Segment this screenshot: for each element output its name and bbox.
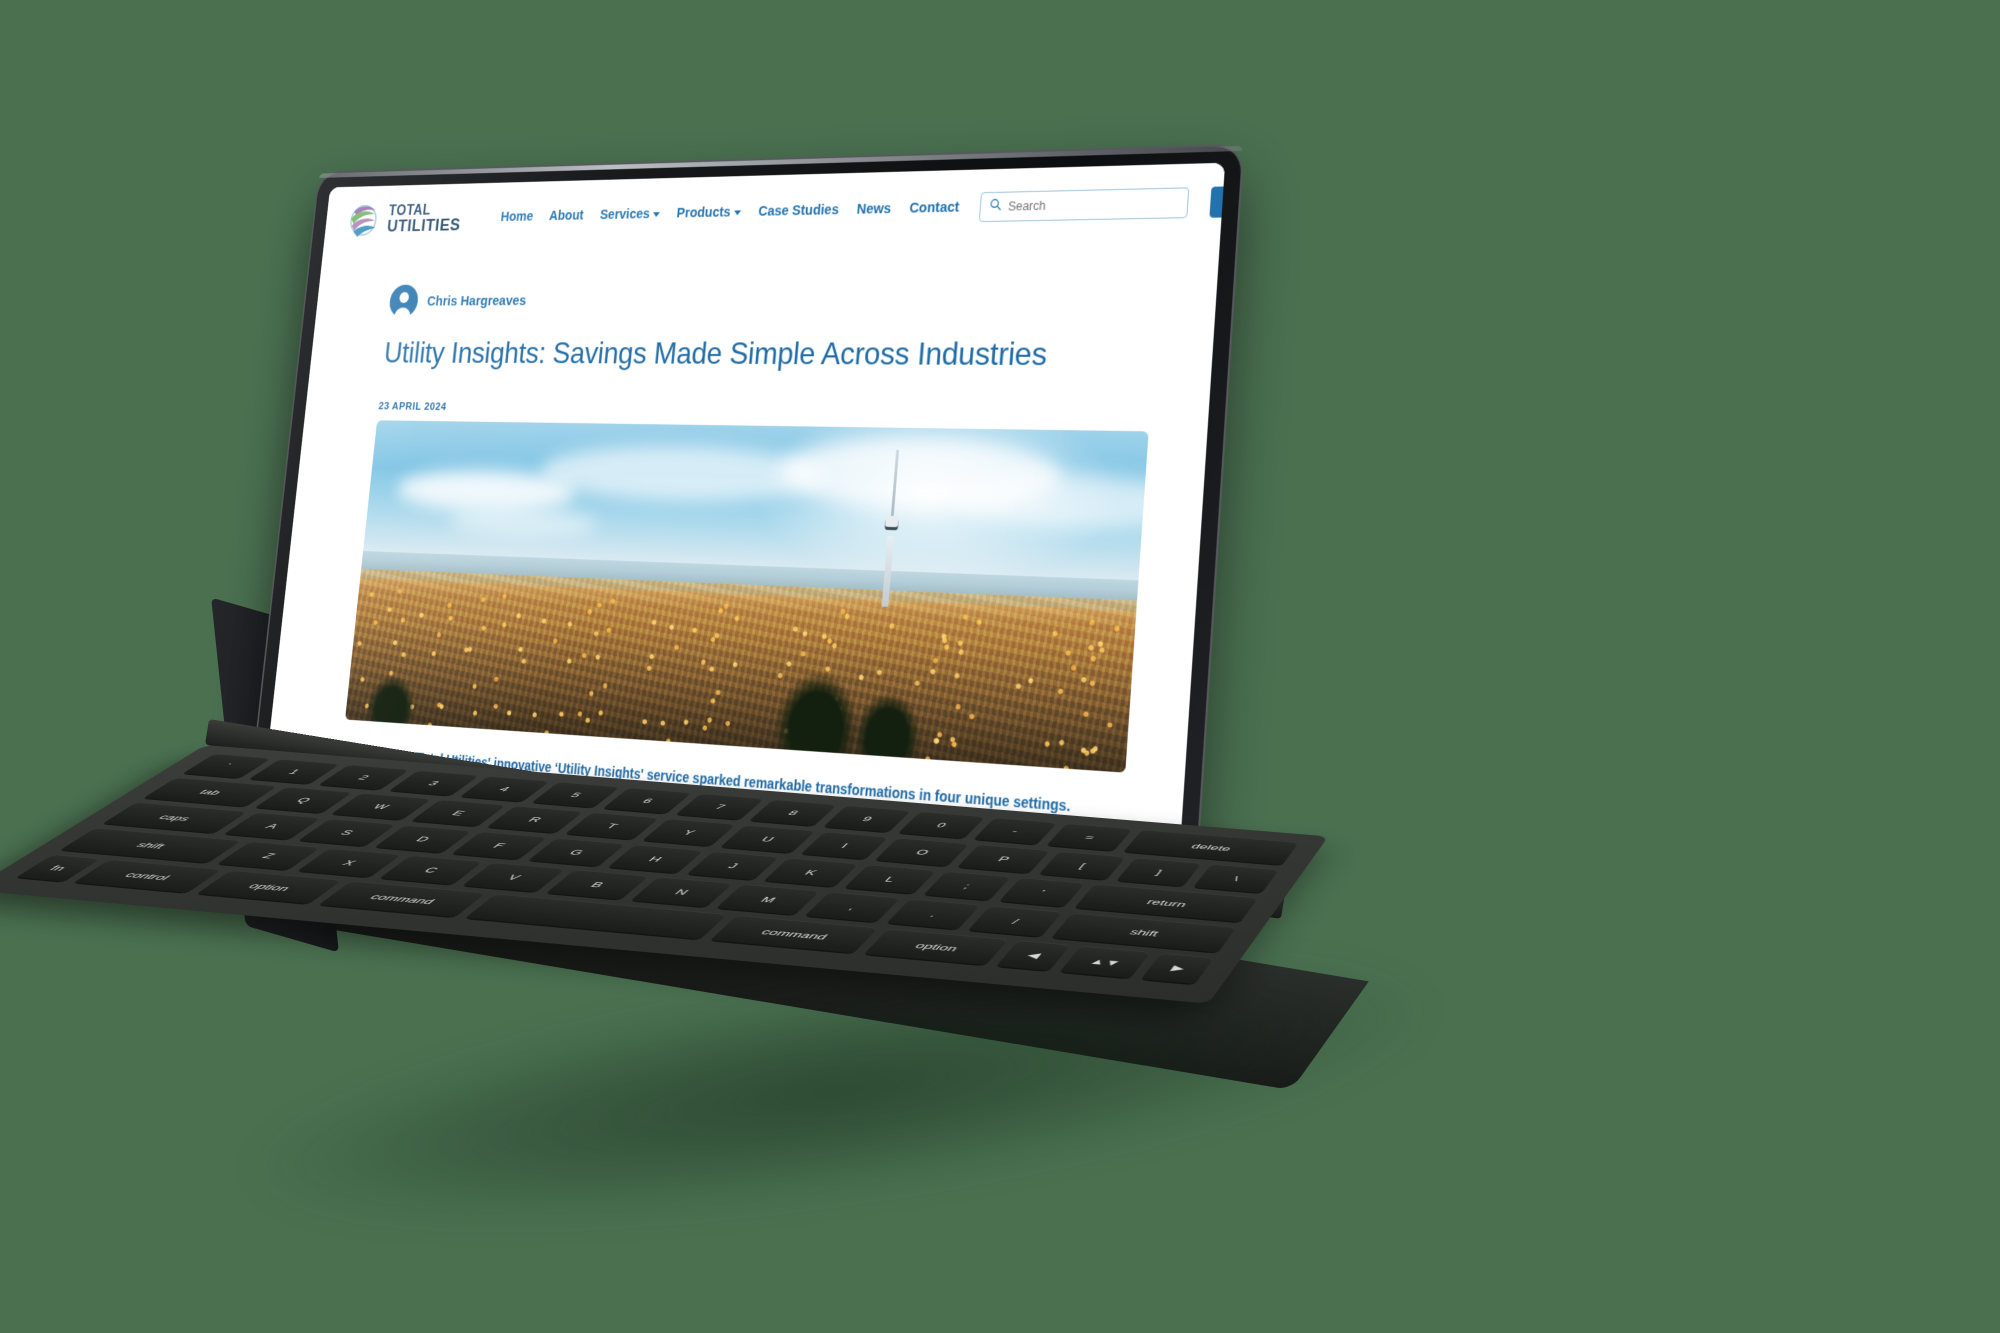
keyboard-key[interactable]: 8 — [749, 799, 838, 826]
keyboard-key[interactable]: L — [843, 864, 937, 894]
chevron-down-icon — [652, 211, 661, 217]
keyboard-key[interactable]: . — [886, 898, 981, 930]
cloud — [777, 435, 1064, 513]
cloud — [953, 471, 1149, 532]
avatar-person-icon — [388, 284, 420, 318]
keyboard-key[interactable]: 0 — [898, 811, 986, 839]
keyboard-key[interactable]: B — [546, 869, 649, 900]
tower-shaft — [882, 535, 895, 607]
page-title: Utility Insights: Savings Made Simple Ac… — [382, 335, 1049, 373]
nav-label: Case Studies — [757, 202, 840, 220]
keyboard-key[interactable]: ▲▼ — [1059, 945, 1152, 979]
nav-label: Contact — [908, 199, 960, 217]
search-icon — [988, 198, 1002, 216]
scene: TOTAL UTILITIES Home About Services Prod… — [0, 0, 2000, 1333]
site-logo[interactable]: TOTAL UTILITIES — [344, 197, 464, 241]
nav-label: Services — [599, 206, 651, 223]
sky-tower — [881, 450, 902, 607]
keyboard-key[interactable]: 6 — [603, 787, 693, 814]
tablet-screen: TOTAL UTILITIES Home About Services Prod… — [264, 162, 1226, 854]
keyboard-key[interactable]: ' — [999, 877, 1086, 907]
tower-mast — [891, 450, 900, 519]
tablet-edge-highlight — [319, 145, 1243, 178]
nav-label: News — [856, 201, 892, 218]
keyboard-key[interactable]: \ — [1193, 864, 1280, 893]
keyboard-key[interactable]: command — [710, 915, 879, 954]
keyboard-key[interactable]: N — [630, 876, 733, 908]
nav-item-contact[interactable]: Contact — [909, 200, 960, 217]
keyboard-key[interactable]: / — [968, 905, 1063, 937]
keyboard-key[interactable]: 7 — [676, 793, 765, 820]
keyboard-key[interactable]: command — [318, 880, 487, 918]
nav-item-products[interactable]: Products — [676, 204, 742, 222]
site-navbar: TOTAL UTILITIES Home About Services Prod… — [322, 162, 1226, 256]
nav-label: About — [548, 208, 585, 224]
keyboard-key[interactable]: H — [607, 844, 704, 874]
search-box[interactable] — [978, 187, 1190, 223]
keyboard-key[interactable]: , — [804, 891, 901, 923]
primary-navigation: Home About Services Products Case Studie… — [500, 200, 960, 225]
nav-item-case-studies[interactable]: Case Studies — [758, 202, 840, 219]
keyboard-key[interactable]: ▶ — [1141, 953, 1215, 985]
keyboard-key[interactable]: = — [1046, 823, 1133, 851]
keyboard-key[interactable]: control — [73, 859, 222, 893]
book-now-button[interactable]: Book Now — [1209, 184, 1226, 218]
keyboard-key[interactable]: R — [487, 805, 584, 833]
keyboard-key[interactable]: G — [528, 837, 626, 867]
nav-item-about[interactable]: About — [549, 208, 585, 224]
keyboard-key[interactable]: T — [564, 812, 659, 840]
nav-item-news[interactable]: News — [856, 201, 892, 217]
city-lights — [345, 568, 1138, 773]
keyboard-key[interactable]: tab — [143, 777, 278, 807]
keyboard-key[interactable]: J — [686, 851, 780, 880]
logo-line-2: UTILITIES — [386, 215, 462, 236]
nav-label: Products — [676, 204, 732, 222]
globe-logo-icon — [344, 199, 383, 241]
nav-item-home[interactable]: Home — [500, 209, 534, 224]
hero-image — [345, 420, 1149, 773]
keyboard-key[interactable]: U — [720, 825, 816, 853]
author-name: Chris Hargreaves — [426, 292, 527, 309]
chevron-down-icon — [733, 209, 742, 215]
keyboard-key[interactable]: [ — [1039, 851, 1126, 880]
search-input[interactable] — [1007, 195, 1179, 214]
nav-item-services[interactable]: Services — [599, 206, 661, 223]
keyboard-key[interactable]: O — [875, 837, 970, 867]
keyboard-key[interactable]: 9 — [823, 805, 912, 833]
keyboard-key[interactable]: ] — [1116, 857, 1203, 887]
tree — [772, 669, 862, 757]
author-byline: Chris Hargreaves — [388, 277, 1159, 318]
keyboard-key[interactable]: Y — [642, 818, 737, 847]
cloud — [537, 443, 828, 506]
cloud — [448, 505, 599, 539]
tree — [365, 673, 419, 727]
keyboard-key[interactable]: - — [973, 817, 1058, 845]
keyboard-key[interactable]: option — [197, 870, 342, 904]
tree — [852, 689, 924, 761]
keyboard-key[interactable]: option — [864, 928, 1009, 966]
sky-glow — [739, 420, 1134, 600]
keyboard-key[interactable]: M — [716, 884, 821, 915]
publish-date: 23 APRIL 2024 — [378, 400, 447, 413]
logo-wordmark: TOTAL UTILITIES — [386, 203, 462, 236]
keyboard-key[interactable]: ◀ — [996, 940, 1071, 971]
keyboard-key[interactable]: I — [800, 831, 889, 860]
keyboard-key[interactable]: K — [763, 857, 859, 887]
website-page: TOTAL UTILITIES Home About Services Prod… — [264, 162, 1226, 854]
tower-pod — [885, 515, 900, 528]
keyboard-key[interactable]: P — [957, 844, 1051, 874]
keyboard-key[interactable]: ; — [923, 871, 1012, 901]
keyboard-key[interactable]: caps — [102, 802, 248, 834]
nav-label: Home — [499, 209, 534, 225]
keyboard-key[interactable]: V — [462, 862, 566, 893]
